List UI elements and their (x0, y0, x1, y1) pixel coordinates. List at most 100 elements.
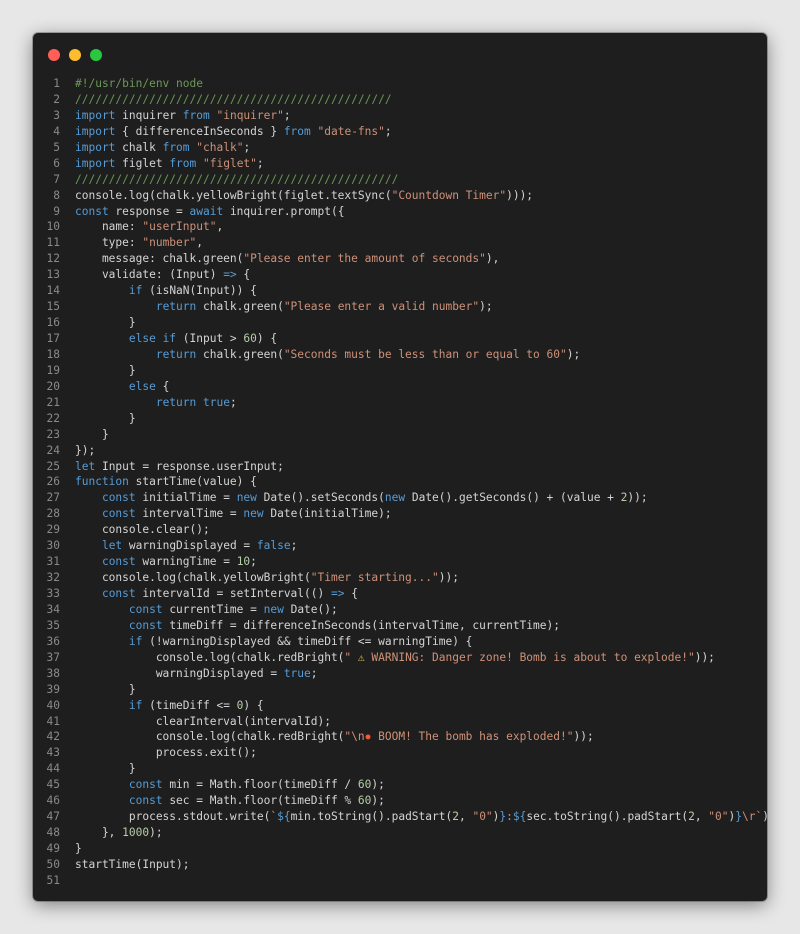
line-number: 29 (46, 523, 60, 537)
line-number: 20 (46, 379, 60, 393)
code-token: true (283, 666, 311, 680)
code-token: chalk.green( (196, 300, 284, 314)
code-token: new (384, 491, 406, 505)
minimize-window-icon[interactable] (69, 49, 81, 61)
code-token: currentTime = (162, 602, 264, 616)
line-number: 19 (46, 363, 60, 377)
code-token: "date-fns" (317, 124, 385, 138)
line-number: 26 (46, 475, 60, 489)
code-token: } (75, 682, 136, 696)
code-token: { (344, 587, 358, 600)
code-token: 60 (357, 794, 372, 808)
line-text: } (75, 315, 136, 331)
code-token: if (128, 634, 143, 648)
code-token: ; (250, 555, 257, 569)
code-line: 3 import inquirer from "inquirer"; (33, 108, 767, 124)
line-text: console.log(chalk.redBright(" ⚠ WARNING:… (75, 650, 715, 666)
code-token: const (101, 555, 136, 569)
code-token: figlet (115, 156, 170, 170)
code-line: 2 ///////////////////////////////////////… (33, 92, 767, 108)
line-text: return chalk.green("Please enter a valid… (75, 299, 493, 315)
code-token: "0" (472, 810, 493, 824)
code-line: 15 return chalk.green("Please enter a va… (33, 299, 767, 315)
code-token: , (458, 810, 473, 824)
line-text: const currentTime = new Date(); (75, 602, 338, 618)
code-token: message: chalk.green( (75, 252, 244, 266)
line-number: 32 (46, 571, 60, 585)
code-token: 10 (236, 555, 251, 569)
code-token: const (128, 778, 163, 792)
code-token: import (75, 124, 116, 138)
code-token: , (216, 220, 224, 234)
code-line: 21 return true; (33, 395, 767, 411)
code-line: 49} (33, 841, 767, 857)
line-text: type: "number", (75, 235, 203, 251)
code-token: else if (128, 332, 177, 345)
line-text: const timeDiff = differenceInSeconds(int… (75, 618, 560, 634)
code-token: chalk.green( (196, 347, 284, 361)
code-editor[interactable]: 1 #!/usr/bin/env node 2 ///////////////////… (33, 76, 767, 889)
line-text: }, 1000); (75, 825, 163, 841)
line-number: 7 (53, 172, 60, 186)
code-line: 11 type: "number", (33, 235, 767, 251)
line-number: 44 (46, 762, 60, 776)
code-token: const (101, 507, 136, 521)
code-token: => (223, 268, 237, 282)
code-token: } (75, 842, 82, 855)
code-token: "\n (344, 730, 365, 744)
line-text: if (isNaN(Input)) { (75, 283, 257, 299)
line-number: 8 (53, 188, 60, 202)
code-token: return (155, 347, 197, 361)
line-number: 13 (46, 268, 60, 282)
code-token: console.log(chalk.redBright( (75, 650, 345, 664)
line-number: 43 (46, 746, 60, 760)
line-number: 11 (46, 236, 60, 250)
code-token: const (128, 794, 163, 808)
line-text: import chalk from "chalk"; (75, 140, 250, 156)
line-number: 16 (46, 316, 60, 330)
code-token: "figlet" (203, 156, 257, 170)
code-token: ${ (512, 810, 527, 824)
code-token: import (75, 140, 116, 154)
code-token: console.clear(); (75, 523, 210, 537)
line-text: else { (75, 379, 169, 395)
code-token: if (128, 698, 143, 712)
code-token: else (128, 379, 156, 393)
line-text: #!/usr/bin/env node (75, 76, 203, 92)
line-number: 9 (53, 204, 60, 218)
code-token: warningDisplayed = (122, 539, 257, 553)
code-window: 1 #!/usr/bin/env node 2 ///////////////////… (33, 33, 767, 901)
line-text: process.stdout.write(`${min.toString().p… (75, 809, 767, 825)
line-text: startTime(Input); (75, 857, 190, 873)
code-token: ); (762, 810, 767, 823)
line-text: const intervalTime = new Date(initialTim… (75, 506, 392, 522)
line-text: return chalk.green("Seconds must be less… (75, 347, 580, 363)
line-number: 25 (46, 459, 60, 473)
code-token: }, (75, 826, 123, 840)
code-line: 22 } (33, 411, 767, 427)
line-number: 39 (46, 682, 60, 696)
code-token: process.stdout.write( (75, 810, 271, 824)
code-token: return (155, 395, 197, 409)
code-token: ; (243, 140, 251, 154)
code-token: ); (566, 347, 581, 361)
code-token: const (101, 587, 136, 600)
line-number: 24 (46, 443, 60, 457)
code-token: sec = Math.floor(timeDiff % (162, 794, 358, 808)
code-token: warningTime = (135, 555, 237, 569)
line-number: 40 (46, 698, 60, 712)
code-token: } (75, 411, 136, 425)
close-window-icon[interactable] (48, 49, 60, 61)
maximize-window-icon[interactable] (90, 49, 102, 61)
line-text: } (75, 682, 136, 698)
line-text: ////////////////////////////////////////… (75, 92, 392, 108)
code-line: 42 console.log(chalk.redBright("\n✸ BOOM… (33, 729, 767, 745)
code-token: let (75, 459, 96, 473)
code-line: 26 function startTime(value) { (33, 474, 767, 490)
code-token: let (101, 539, 123, 553)
line-text: name: "userInput", (75, 219, 223, 235)
